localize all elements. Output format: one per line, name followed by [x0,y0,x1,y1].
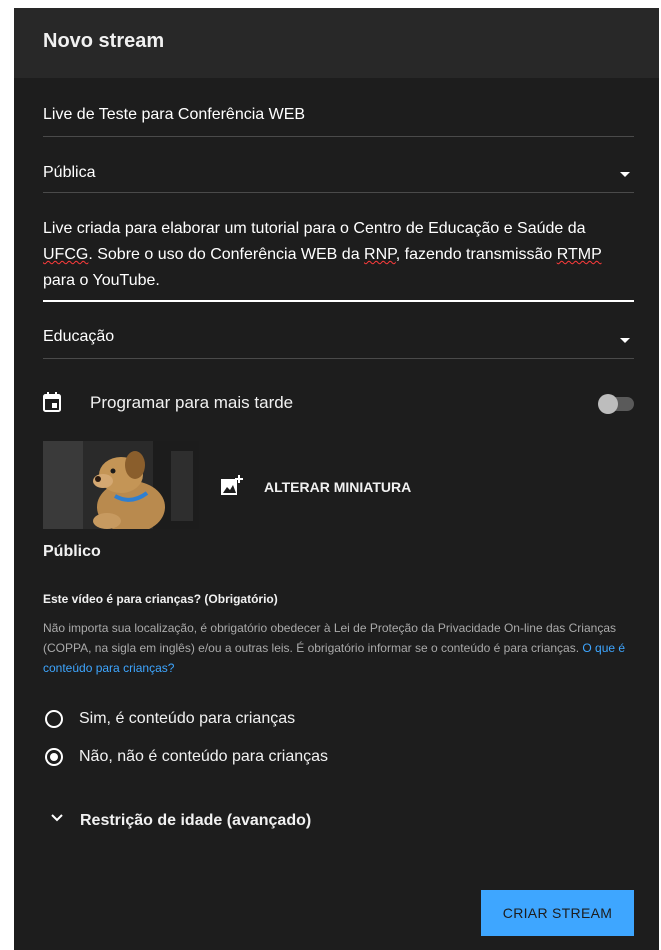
schedule-label: Programar para mais tarde [90,393,294,412]
thumbnail-image [43,441,199,529]
visibility-select[interactable]: Pública [43,162,634,193]
schedule-toggle-knob[interactable] [598,394,618,414]
chevron-down-icon [620,172,630,177]
radio-unchecked-icon[interactable] [45,710,63,728]
coppa-info-text: Não importa sua localização, é obrigatór… [43,621,626,675]
change-thumbnail-label: ALTERAR MINIATURA [264,479,412,495]
age-restriction-label: Restrição de idade (avançado) [80,812,312,829]
audience-section-title: Público [43,543,101,560]
category-select[interactable]: Educação [43,326,634,359]
description-text: Live criada para elaborar um tutorial pa… [43,220,602,289]
chevron-down-icon [51,814,63,822]
dialog-title: Novo stream [43,30,165,52]
radio-label: Sim, é conteúdo para crianças [79,710,296,727]
chevron-down-icon [620,338,630,343]
dialog-header: Novo stream [14,8,659,78]
schedule-row: Programar para mais tarde [43,388,634,418]
radio-option-not-for-kids[interactable]: Não, não é conteúdo para crianças [43,746,443,772]
stream-title-field[interactable]: Live de Teste para Conferência WEB [43,104,634,137]
stream-title-value: Live de Teste para Conferência WEB [43,106,306,123]
radio-label: Não, não é conteúdo para crianças [79,748,329,765]
add-photo-icon [221,475,243,495]
radio-option-made-for-kids[interactable]: Sim, é conteúdo para crianças [43,708,443,734]
age-restriction-expander[interactable]: Restrição de idade (avançado) [50,810,450,834]
dog-thumbnail-picture [43,441,199,529]
category-value: Educação [43,328,115,345]
description-field[interactable]: Live criada para elaborar um tutorial pa… [43,216,634,302]
create-stream-button[interactable]: CRIAR STREAM [481,890,634,936]
new-stream-dialog: Novo stream Live de Teste para Conferênc… [14,8,659,950]
visibility-value: Pública [43,164,96,181]
calendar-icon [43,392,61,412]
made-for-kids-question: Este vídeo é para crianças? (Obrigatório… [43,592,278,606]
radio-checked-icon[interactable] [45,748,63,766]
